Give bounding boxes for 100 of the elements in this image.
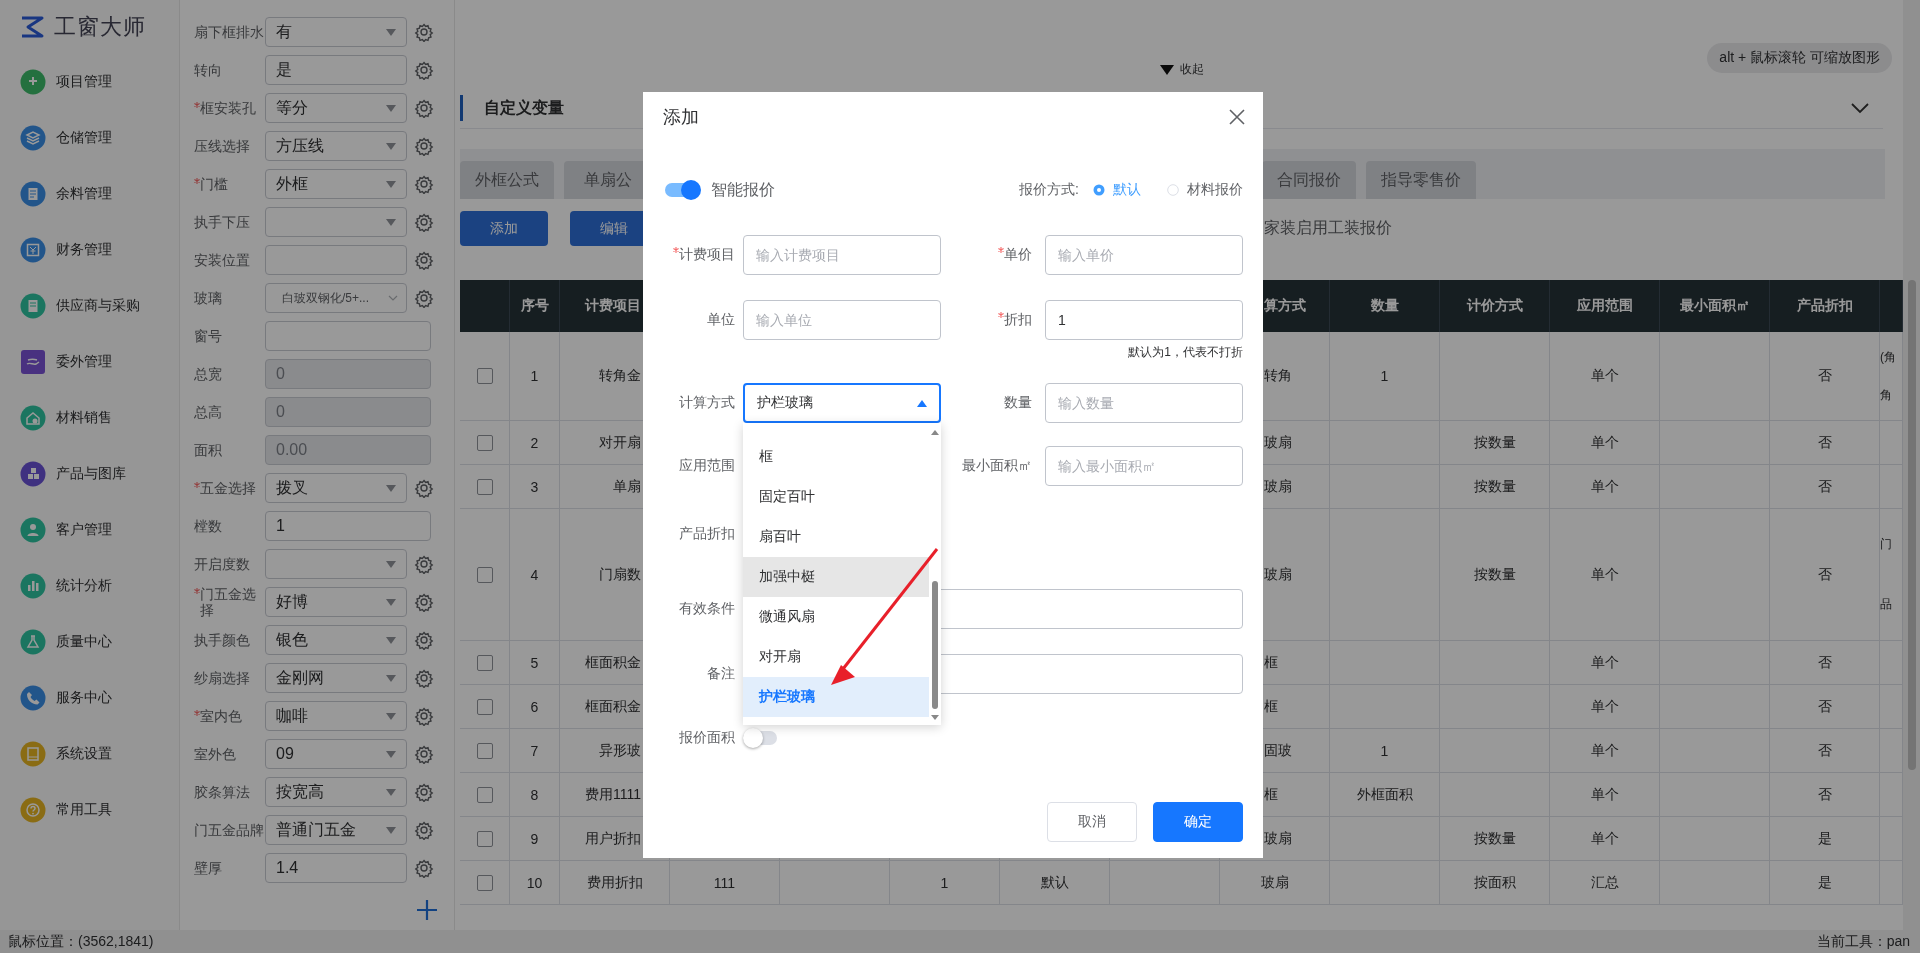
select-field[interactable]: 普通门五金 [265,815,407,845]
select-field[interactable]: 咖啡 [265,701,407,731]
select-field[interactable] [265,207,407,237]
select-field[interactable]: 拨叉 [265,473,407,503]
select-field[interactable]: 银色 [265,625,407,655]
dropdown-option[interactable]: 对开扇 [743,637,929,677]
column-header: 数量 [1330,280,1440,332]
settings-icon[interactable] [414,250,434,270]
nav-item[interactable]: 财务管理 [0,222,179,278]
select-field[interactable]: 外框 [265,169,407,199]
tab[interactable]: 指导零售价 [1366,161,1476,199]
table-cell: 8 [510,773,560,817]
settings-icon[interactable] [414,288,434,308]
select-field[interactable]: 09 [265,739,407,769]
tab[interactable]: 外框公式 [460,161,554,199]
close-icon[interactable] [1229,109,1245,125]
field-label: 室内色 [200,708,242,724]
row-checkbox[interactable] [476,368,493,384]
select-field[interactable]: 有 [265,17,407,47]
text-field[interactable]: 输入计费项目 [743,235,941,275]
nav-item[interactable]: 材料销售 [0,390,179,446]
nav-item[interactable]: 产品与图库 [0,446,179,502]
row-checkbox[interactable] [476,742,493,759]
nav-item[interactable]: 常用工具 [0,782,179,838]
settings-icon[interactable] [414,60,434,80]
table-cell: 6 [510,685,560,729]
row-checkbox[interactable] [476,698,493,715]
dropdown-option[interactable]: 扇百叶 [743,517,929,557]
text-field[interactable] [265,245,407,275]
text-field[interactable]: 1 [1045,300,1243,340]
row-checkbox[interactable] [476,786,493,803]
settings-icon[interactable] [414,554,434,574]
settings-icon[interactable] [414,744,434,764]
text-field[interactable]: 输入单位 [743,300,941,340]
settings-icon[interactable] [414,630,434,650]
settings-icon[interactable] [414,668,434,688]
settings-icon[interactable] [414,592,434,612]
nav-item[interactable]: 项目管理 [0,54,179,110]
caret-icon [917,399,927,407]
row-checkbox[interactable] [476,434,493,451]
row-checkbox[interactable] [476,566,493,583]
row-checkbox[interactable] [476,478,493,495]
caret-icon [386,142,396,150]
select-field[interactable]: 按宽高 [265,777,407,807]
nav-item[interactable]: 服务中心 [0,670,179,726]
text-field[interactable]: 1 [265,511,431,541]
scrollbar[interactable] [1903,0,1920,930]
dropdown-option[interactable]: 加强中梃 [743,557,929,597]
nav-item[interactable]: 供应商与采购 [0,278,179,334]
row-checkbox[interactable] [476,830,493,847]
settings-icon[interactable] [414,478,434,498]
settings-icon[interactable] [414,136,434,156]
settings-icon[interactable] [414,782,434,802]
text-field[interactable]: 是 [265,55,407,85]
collapse-toggle[interactable]: 收起 [1159,61,1204,78]
dropdown-option[interactable]: 固定百叶 [743,477,929,517]
nav-item[interactable]: 余料管理 [0,166,179,222]
select-field[interactable]: 护栏玻璃 [743,383,941,423]
nav-item[interactable]: 统计分析 [0,558,179,614]
settings-icon[interactable] [414,706,434,726]
settings-icon[interactable] [414,98,434,118]
dropdown-option[interactable]: 框 [743,437,929,477]
text-field[interactable]: 输入单价 [1045,235,1243,275]
nav-item[interactable]: 系统设置 [0,726,179,782]
settings-icon[interactable] [414,820,434,840]
toggle-switch[interactable] [743,728,779,748]
row-checkbox[interactable] [476,874,493,891]
settings-icon[interactable] [414,212,434,232]
text-field[interactable]: 输入最小面积㎡ [1045,446,1243,486]
caret-icon [386,788,396,796]
text-field[interactable]: 输入数量 [1045,383,1243,423]
toolbar-button[interactable]: 添加 [460,211,548,246]
text-field[interactable]: 1.4 [265,853,407,883]
select-field[interactable]: 等分 [265,93,407,123]
text-field[interactable] [265,321,431,351]
select-field[interactable]: 方压线 [265,131,407,161]
select-field[interactable] [265,549,407,579]
table-cell: 3 [510,465,560,509]
select-field[interactable]: 白玻双钢化/5+... [265,283,407,313]
dialog-button[interactable]: 取消 [1047,802,1137,842]
radio-option[interactable]: 材料报价 [1167,181,1243,199]
row-checkbox[interactable] [476,654,493,671]
dropdown-option[interactable]: 微通风扇 [743,597,929,637]
plus-icon[interactable] [416,899,438,921]
settings-icon[interactable] [414,174,434,194]
settings-icon[interactable] [414,858,434,878]
nav-item[interactable]: 客户管理 [0,502,179,558]
dropdown-option[interactable]: 护栏玻璃 [743,677,929,717]
table-cell: 否 [1770,465,1880,509]
select-field[interactable]: 金刚网 [265,663,407,693]
settings-icon[interactable] [414,22,434,42]
toggle-switch[interactable] [665,180,701,200]
nav-item[interactable]: 委外管理 [0,334,179,390]
nav-item[interactable]: 仓储管理 [0,110,179,166]
table-cell: 1 [890,861,1000,905]
select-field[interactable]: 好博 [265,587,407,617]
tab[interactable]: 合同报价 [1262,161,1356,199]
dialog-button[interactable]: 确定 [1153,802,1243,842]
chevron-icon[interactable] [1851,102,1869,114]
nav-item[interactable]: 质量中心 [0,614,179,670]
